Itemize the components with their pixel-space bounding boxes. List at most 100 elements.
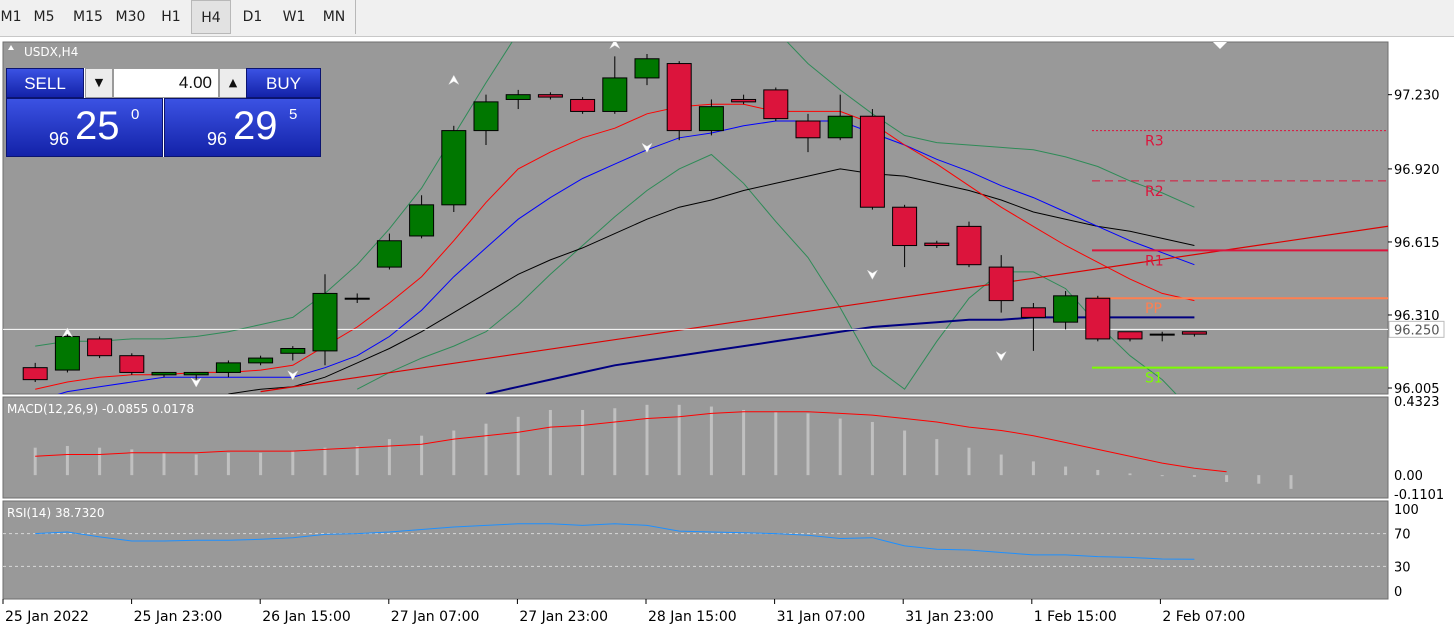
candle-bull — [409, 204, 435, 237]
macd-histogram-bar — [1257, 475, 1261, 484]
candle-bull — [376, 240, 402, 268]
candle-bear — [1181, 331, 1207, 335]
macd-histogram-bar — [291, 451, 295, 476]
buy-button[interactable]: BUY — [246, 68, 321, 98]
macd-histogram-bar — [870, 421, 874, 476]
macd-histogram-bar — [194, 454, 198, 476]
buy-price-display[interactable]: 96 29 5 — [164, 98, 321, 157]
timeframe-m5-button[interactable]: M5 — [22, 0, 66, 34]
macd-histogram-bar — [98, 447, 102, 476]
timeframe-w1-button[interactable]: W1 — [274, 0, 314, 34]
macd-histogram-bar — [162, 452, 166, 476]
symbol-label: USDX,H4 — [24, 45, 78, 59]
current-price-label: 96.250 — [1394, 323, 1440, 338]
rsi-tick-label: 30 — [1394, 560, 1411, 575]
macd-histogram-bar — [1160, 475, 1164, 477]
lot-decrease-button[interactable]: ▼ — [85, 68, 113, 98]
time-tick-label: 26 Jan 15:00 — [262, 609, 351, 625]
candle-bear — [570, 98, 596, 112]
time-tick-label: 25 Jan 23:00 — [134, 609, 223, 625]
macd-histogram-bar — [387, 439, 391, 476]
candle-bear — [119, 355, 145, 373]
macd-label: MACD(12,26,9) -0.0855 0.0178 — [7, 402, 194, 416]
candle-bull — [280, 348, 306, 354]
macd-histogram-bar — [709, 406, 713, 476]
buy-price-pips: 29 — [233, 104, 278, 148]
one-click-trading-panel: SELL ▼ 4.00 ▲ BUY 96 25 0 96 29 5 — [6, 68, 321, 157]
rsi-tick-label: 0 — [1394, 585, 1402, 600]
macd-histogram-bar — [1128, 473, 1132, 476]
price-tick-label: 97.230 — [1394, 89, 1440, 104]
macd-histogram-bar — [1192, 475, 1196, 477]
pivot-label-r1: R1 — [1145, 253, 1164, 269]
macd-histogram-bar — [355, 445, 359, 476]
candle-bull — [248, 357, 274, 364]
macd-tick-label: -0.1101 — [1394, 488, 1444, 503]
candle-bull — [54, 336, 80, 371]
buy-price-fraction: 5 — [289, 106, 298, 123]
candle-bull — [1053, 295, 1079, 323]
pivot-label-r2: R2 — [1145, 184, 1164, 200]
timeframe-d1-button[interactable]: D1 — [231, 0, 274, 34]
macd-histogram-bar — [935, 439, 939, 476]
candle-bear — [988, 266, 1014, 302]
candle-bull — [1149, 333, 1175, 336]
candle-bull — [473, 101, 499, 132]
timeframe-m1-button[interactable]: M1 — [0, 0, 22, 34]
candle-bull — [634, 58, 660, 79]
time-tick-label: 31 Jan 07:00 — [777, 609, 866, 625]
candle-bear — [859, 115, 885, 208]
macd-histogram-bar — [967, 447, 971, 476]
macd-histogram-bar — [33, 447, 37, 476]
macd-histogram-bar — [677, 404, 681, 476]
timeframe-mn-button[interactable]: MN — [314, 0, 354, 34]
macd-histogram-bar — [1289, 475, 1293, 489]
macd-histogram-bar — [65, 445, 69, 476]
macd-histogram-bar — [226, 452, 230, 476]
time-tick-label: 28 Jan 15:00 — [648, 609, 737, 625]
macd-histogram-bar — [645, 404, 649, 476]
macd-histogram-bar — [999, 454, 1003, 476]
macd-histogram-bar — [420, 435, 424, 476]
toolbar-separator — [355, 0, 356, 34]
candle-bull — [441, 130, 467, 206]
candle-bear — [763, 89, 789, 120]
timeframe-m30-button[interactable]: M30 — [110, 0, 151, 34]
sell-button[interactable]: SELL — [6, 68, 84, 98]
macd-histogram-bar — [548, 409, 552, 476]
macd-histogram-bar — [484, 423, 488, 476]
price-tick-label: 96.920 — [1394, 163, 1440, 178]
pivot-label-r3: R3 — [1145, 134, 1164, 150]
macd-histogram-bar — [1096, 469, 1100, 476]
macd-tick-label: 0.4323 — [1394, 395, 1440, 410]
lot-increase-button[interactable]: ▲ — [219, 68, 247, 98]
lot-size-input[interactable]: 4.00 — [113, 68, 219, 98]
macd-histogram-bar — [1225, 475, 1229, 482]
macd-histogram-bar — [259, 452, 263, 476]
timeframe-h4-button[interactable]: H4 — [191, 0, 231, 34]
rsi-tick-label: 70 — [1394, 528, 1411, 543]
sell-price-pips: 25 — [75, 104, 120, 148]
timeframe-toolbar: M1 M5 M15 M30 H1 H4 D1 W1 MN — [0, 0, 1454, 37]
candle-bull — [602, 77, 628, 112]
sell-price-big-figure: 96 — [49, 129, 70, 149]
candle-bull — [151, 371, 177, 376]
rsi-tick-label: 100 — [1394, 503, 1419, 518]
time-tick-label: 25 Jan 2022 — [5, 609, 89, 625]
timeframe-h1-button[interactable]: H1 — [151, 0, 191, 34]
candle-bear — [795, 120, 821, 139]
rsi-label: RSI(14) 38.7320 — [7, 506, 105, 520]
candle-bull — [344, 297, 370, 300]
macd-histogram-bar — [323, 447, 327, 476]
candle-bear — [956, 225, 982, 266]
pivot-label-s1: S1 — [1145, 371, 1163, 387]
pivot-label-pp: PP — [1145, 301, 1162, 317]
sell-price-display[interactable]: 96 25 0 — [6, 98, 163, 157]
candle-bear — [924, 242, 950, 247]
sell-price-fraction: 0 — [131, 106, 140, 123]
macd-histogram-bar — [774, 411, 778, 476]
macd-histogram-bar — [516, 416, 520, 476]
macd-tick-label: 0.00 — [1394, 469, 1423, 484]
candle-bull — [215, 362, 241, 373]
timeframe-m15-button[interactable]: M15 — [66, 0, 110, 34]
